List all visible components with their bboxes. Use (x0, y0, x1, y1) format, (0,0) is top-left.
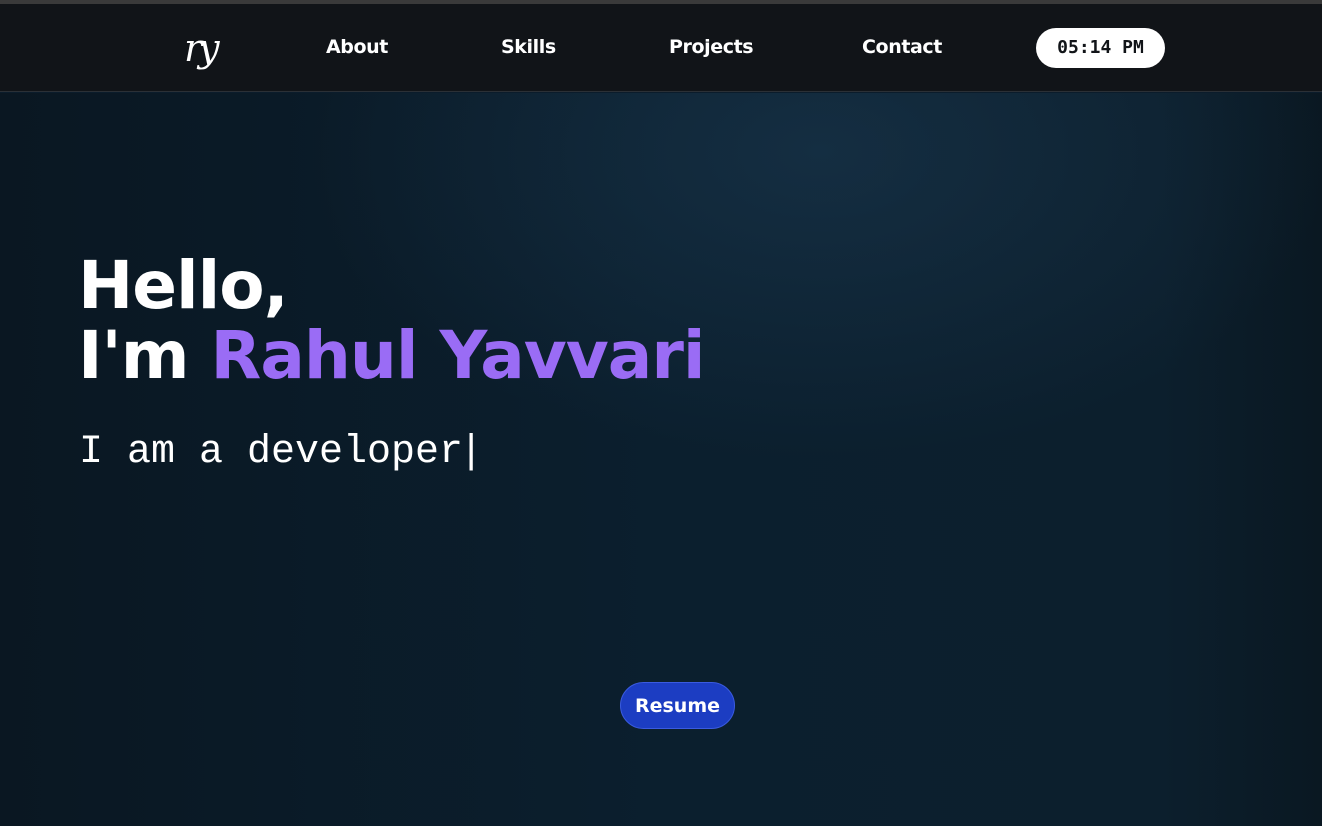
greeting-intro-line: I'm Rahul Yavvari (78, 321, 705, 391)
navbar: ry About Skills Projects Contact 05:14 P… (0, 4, 1322, 92)
hero-greeting: Hello, I'm Rahul Yavvari (78, 251, 705, 391)
nav-link-about[interactable]: About (326, 32, 388, 62)
nav-link-projects[interactable]: Projects (669, 32, 754, 62)
typewriter-text: I am a developer| (79, 429, 483, 477)
greeting-hello: Hello, (78, 247, 289, 324)
nav-link-contact[interactable]: Contact (862, 32, 942, 62)
nav-link-skills[interactable]: Skills (501, 32, 556, 62)
hero-name: Rahul Yavvari (210, 317, 706, 394)
typing-cursor: | (459, 430, 484, 475)
typed-text: I am a developer (79, 430, 464, 475)
hero-section: Hello, I'm Rahul Yavvari I am a develope… (0, 93, 1322, 826)
logo[interactable]: ry (184, 26, 230, 76)
resume-button[interactable]: Resume (620, 682, 735, 729)
clock-badge: 05:14 PM (1036, 28, 1165, 68)
greeting-prefix: I'm (78, 317, 190, 394)
